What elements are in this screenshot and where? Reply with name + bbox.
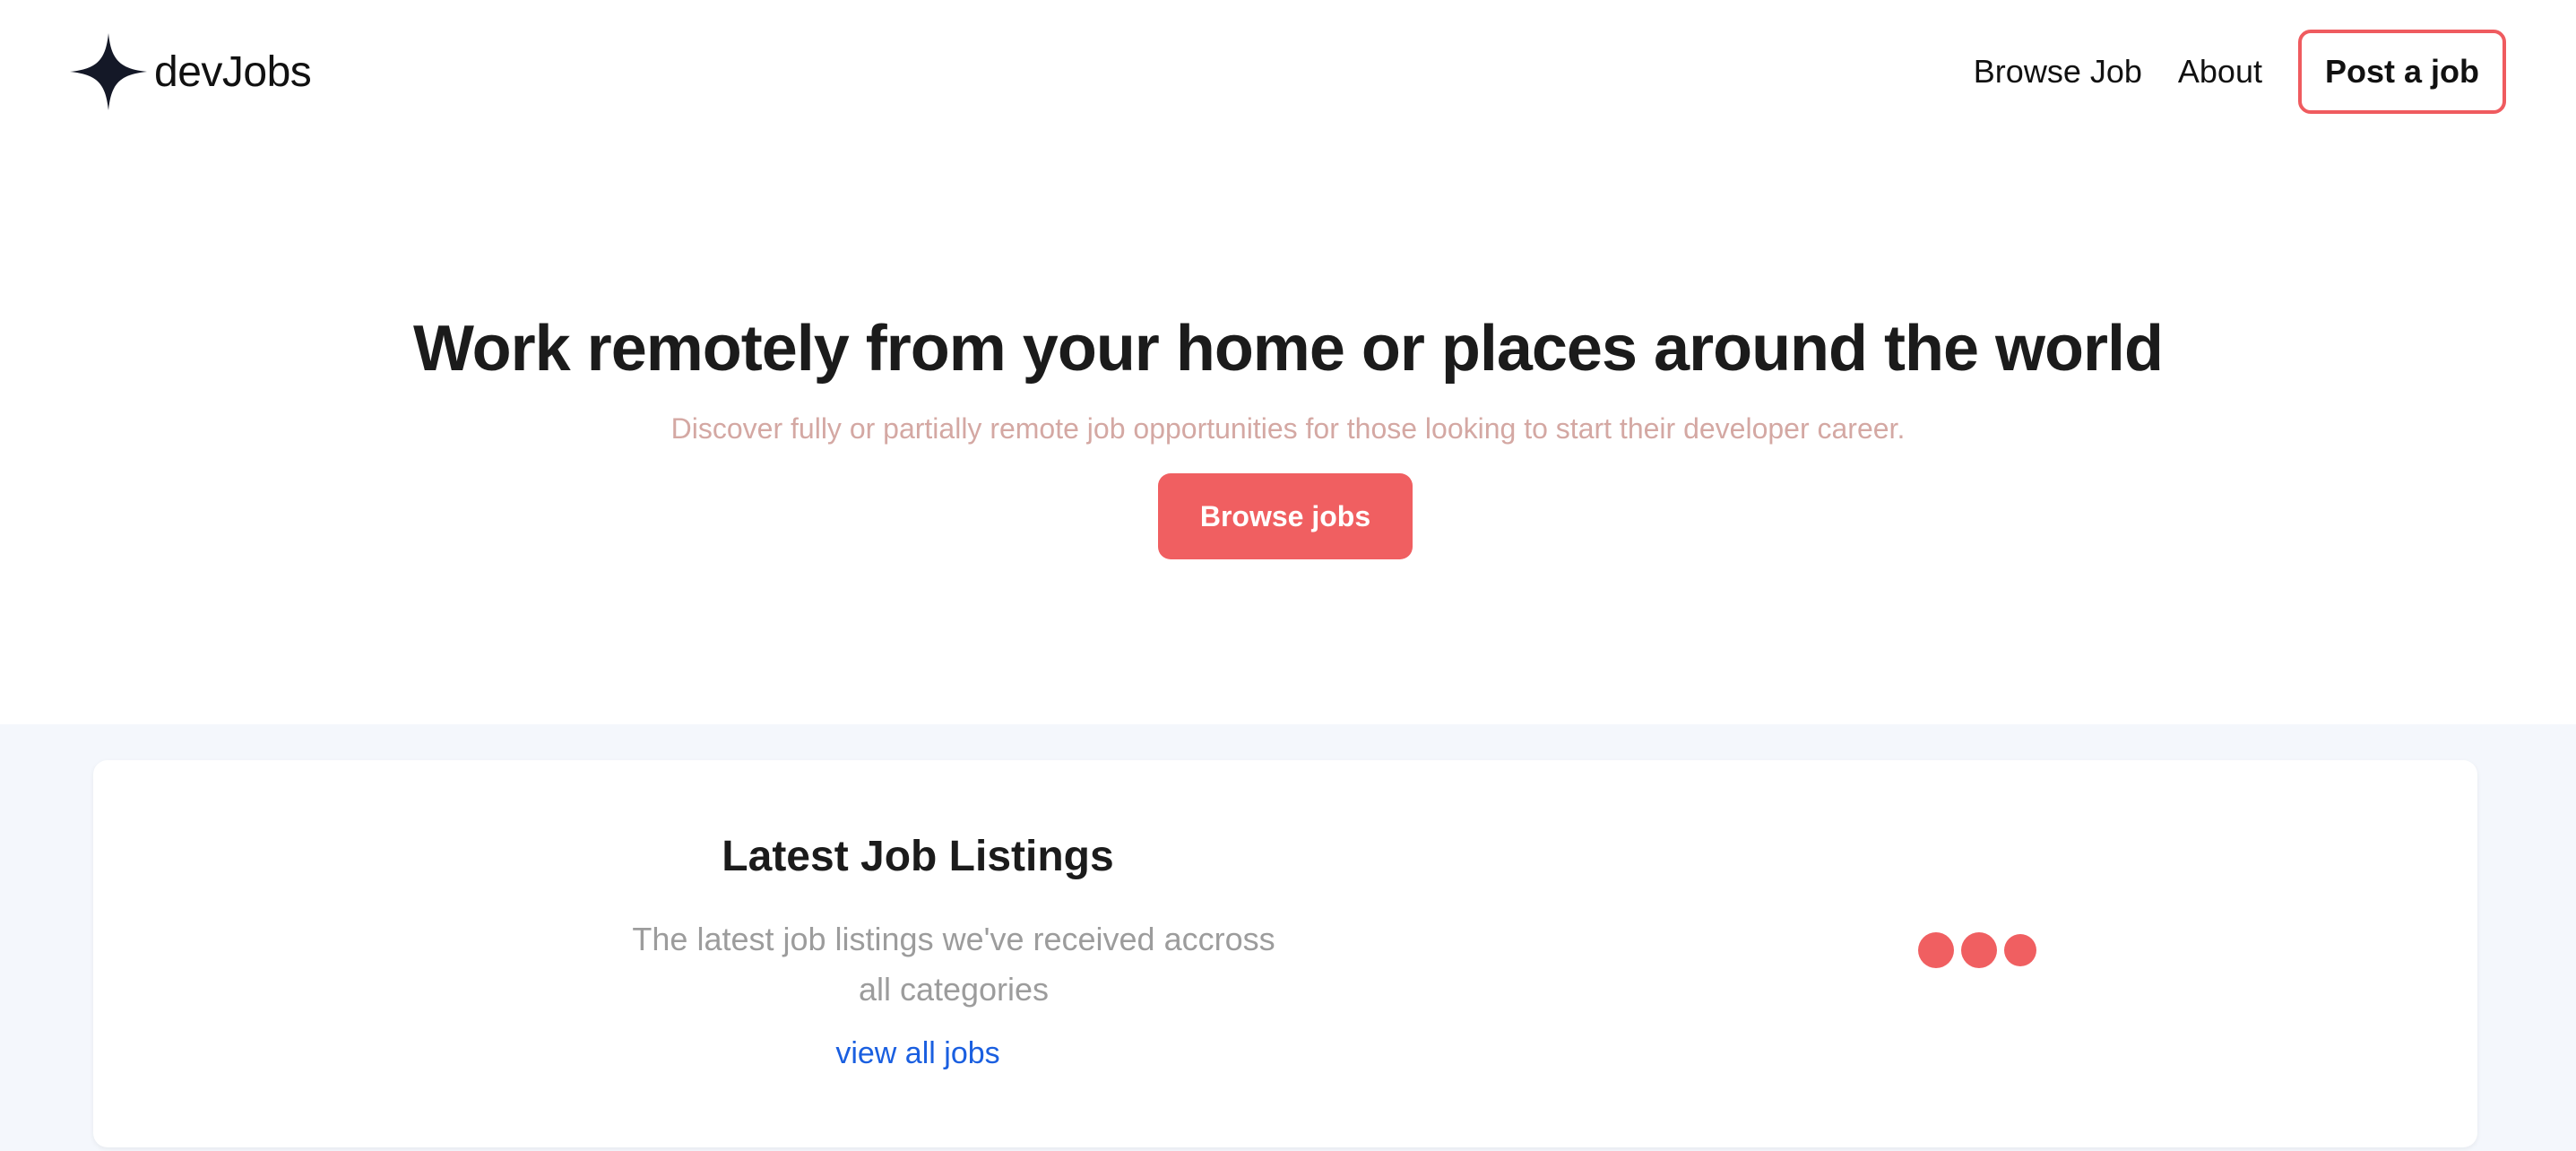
latest-listings-card: Latest Job Listings The latest job listi… [93,760,2477,1147]
hero-section: Work remotely from your home or places a… [0,143,2576,724]
four-point-star-icon [70,33,147,110]
brand-name: devJobs [154,48,312,96]
hero-title: Work remotely from your home or places a… [412,313,2164,385]
nav-browse-job-link[interactable]: Browse Job [1974,53,2142,91]
three-dot-loader-icon [1918,932,2036,968]
navbar: devJobs Browse Job About Post a job [0,0,2576,143]
listings-description: The latest job listings we've received a… [632,921,1275,1008]
view-all-jobs-link[interactable]: view all jobs [523,1036,1312,1071]
browse-jobs-button[interactable]: Browse jobs [1158,473,1413,559]
listings-title: Latest Job Listings [722,833,1114,880]
nav-about-link[interactable]: About [2178,53,2262,91]
main-nav: Browse Job About Post a job [1974,30,2506,114]
loader-dot [2004,934,2036,966]
loader-dot [1961,932,1997,968]
hero-subtitle: Discover fully or partially remote job o… [670,412,1906,445]
brand-logo[interactable]: devJobs [70,33,312,110]
loader-dot [1918,932,1954,968]
listings-section: Latest Job Listings The latest job listi… [0,724,2576,1151]
post-a-job-button[interactable]: Post a job [2297,30,2506,114]
